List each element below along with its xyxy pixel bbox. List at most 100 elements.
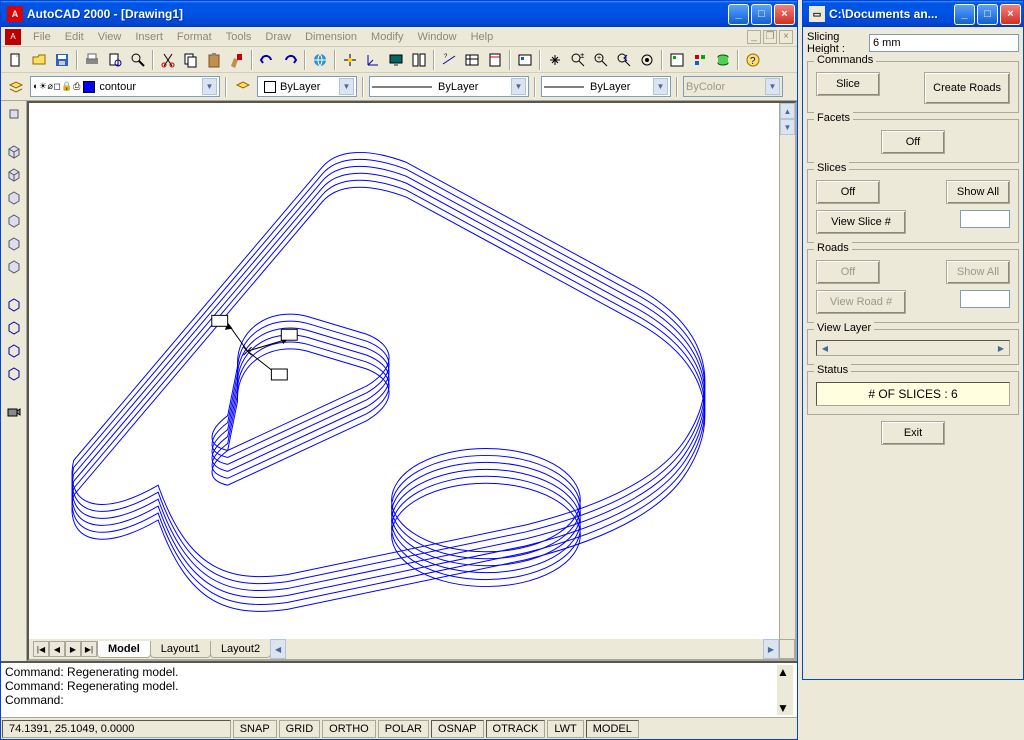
layers-button[interactable] (5, 76, 27, 98)
toggle-polar[interactable]: POLAR (378, 720, 429, 738)
mdi-minimize-button[interactable]: _ (747, 30, 761, 44)
tool3-button[interactable] (712, 49, 734, 71)
view-slice-button[interactable]: View Slice # (816, 210, 906, 234)
menu-insert[interactable]: Insert (129, 29, 169, 45)
tab-layout1[interactable]: Layout1 (150, 641, 211, 658)
dbconnect-button[interactable] (461, 49, 483, 71)
linetype-combo[interactable]: ByLayer ▼ (369, 76, 529, 97)
side-titlebar[interactable]: ▭ C:\Documents an... _ □ × (803, 1, 1023, 27)
close-button[interactable]: × (774, 4, 795, 25)
tool1-button[interactable] (666, 49, 688, 71)
view-camera-button[interactable] (3, 401, 25, 423)
menu-file[interactable]: File (27, 29, 57, 45)
scroll-left-button[interactable]: ◀ (270, 639, 286, 659)
properties-button[interactable] (484, 49, 506, 71)
display-button[interactable] (385, 49, 407, 71)
tab-layout2[interactable]: Layout2 (210, 641, 271, 658)
create-roads-button[interactable]: Create Roads (924, 72, 1010, 104)
toggle-grid[interactable]: GRID (279, 720, 321, 738)
menu-view[interactable]: View (92, 29, 128, 45)
toggle-osnap[interactable]: OSNAP (431, 720, 484, 738)
dropdown-arrow-icon[interactable]: ▼ (653, 78, 668, 95)
view-iso4-button[interactable] (3, 210, 25, 232)
command-vscroll[interactable]: ▲ ▼ (777, 665, 793, 715)
zoom-previous-button[interactable] (613, 49, 635, 71)
adc-button[interactable] (514, 49, 536, 71)
scroll-left-button[interactable]: ◀ (817, 341, 833, 355)
mdi-restore-button[interactable]: ❐ (763, 30, 777, 44)
tool2-button[interactable] (689, 49, 711, 71)
scroll-down-button[interactable]: ▼ (777, 701, 793, 715)
scroll-right-button[interactable]: ▶ (763, 639, 779, 659)
zoom-extents-button[interactable] (636, 49, 658, 71)
menu-help[interactable]: Help (465, 29, 500, 45)
zoom-realtime-button[interactable]: ± (567, 49, 589, 71)
menu-format[interactable]: Format (171, 29, 218, 45)
canvas-vscroll[interactable]: ▲ ▼ (779, 103, 795, 639)
slices-showall-button[interactable]: Show All (946, 180, 1010, 204)
view-se-iso-button[interactable] (3, 317, 25, 339)
menu-draw[interactable]: Draw (259, 29, 297, 45)
dropdown-arrow-icon[interactable]: ▼ (765, 78, 780, 95)
layer-combo[interactable]: ◐ ☀ ⌀ ◻ 🔒 ⎙ contour ▼ (30, 76, 220, 97)
dropdown-arrow-icon[interactable]: ▼ (511, 78, 526, 95)
dropdown-arrow-icon[interactable]: ▼ (202, 78, 217, 95)
slices-off-button[interactable]: Off (816, 180, 880, 204)
menu-modify[interactable]: Modify (365, 29, 409, 45)
main-titlebar[interactable]: A AutoCAD 2000 - [Drawing1] _ □ × (1, 1, 797, 27)
tab-first-button[interactable]: |◀ (33, 641, 49, 657)
view-iso1-button[interactable] (3, 141, 25, 163)
distance-button[interactable]: ? (438, 49, 460, 71)
minimize-button[interactable]: _ (728, 4, 749, 25)
toggle-snap[interactable]: SNAP (233, 720, 277, 738)
redo-button[interactable] (279, 49, 301, 71)
open-button[interactable] (28, 49, 50, 71)
menu-tools[interactable]: Tools (220, 29, 258, 45)
view-slice-input[interactable] (960, 210, 1010, 228)
toggle-ortho[interactable]: ORTHO (322, 720, 376, 738)
toggle-lwt[interactable]: LWT (547, 720, 583, 738)
pan-button[interactable] (544, 49, 566, 71)
view-iso3-button[interactable] (3, 187, 25, 209)
print-preview-button[interactable] (104, 49, 126, 71)
roads-off-button[interactable]: Off (816, 260, 880, 284)
view-road-button[interactable]: View Road # (816, 290, 906, 314)
help-button[interactable]: ? (742, 49, 764, 71)
color-combo[interactable]: ByLayer ▼ (257, 76, 357, 97)
tab-last-button[interactable]: ▶| (81, 641, 97, 657)
undo-button[interactable] (256, 49, 278, 71)
facets-off-button[interactable]: Off (881, 130, 945, 154)
toggle-model[interactable]: MODEL (586, 720, 639, 738)
scroll-up-button[interactable]: ▲ (777, 665, 793, 679)
cut-button[interactable] (157, 49, 179, 71)
toolbars-button[interactable] (408, 49, 430, 71)
view-layer-scroll[interactable]: ◀ ▶ (816, 340, 1010, 356)
tab-prev-button[interactable]: ◀ (49, 641, 65, 657)
side-maximize-button[interactable]: □ (977, 4, 998, 25)
view-top-button[interactable] (3, 103, 25, 125)
mdi-close-button[interactable]: × (779, 30, 793, 44)
view-road-input[interactable] (960, 290, 1010, 308)
exit-button[interactable]: Exit (881, 421, 945, 445)
tracking-button[interactable] (339, 49, 361, 71)
view-iso6-button[interactable] (3, 256, 25, 278)
toggle-otrack[interactable]: OTRACK (486, 720, 546, 738)
roads-showall-button[interactable]: Show All (946, 260, 1010, 284)
scroll-down-button[interactable]: ▼ (780, 119, 795, 135)
new-button[interactable] (5, 49, 27, 71)
paste-button[interactable] (203, 49, 225, 71)
slicing-height-input[interactable] (869, 34, 1019, 52)
side-close-button[interactable]: × (1000, 4, 1021, 25)
lineweight-combo[interactable]: ByLayer ▼ (541, 76, 671, 97)
maximize-button[interactable]: □ (751, 4, 772, 25)
scroll-right-button[interactable]: ▶ (993, 341, 1009, 355)
save-button[interactable] (51, 49, 73, 71)
slice-button[interactable]: Slice (816, 72, 880, 96)
drawing-canvas[interactable] (29, 103, 779, 639)
command-window[interactable]: Command: Regenerating model. Command: Re… (1, 661, 797, 717)
menu-edit[interactable]: Edit (59, 29, 90, 45)
match-properties-button[interactable] (226, 49, 248, 71)
menu-window[interactable]: Window (411, 29, 462, 45)
view-iso5-button[interactable] (3, 233, 25, 255)
scroll-up-button[interactable]: ▲ (780, 103, 795, 119)
